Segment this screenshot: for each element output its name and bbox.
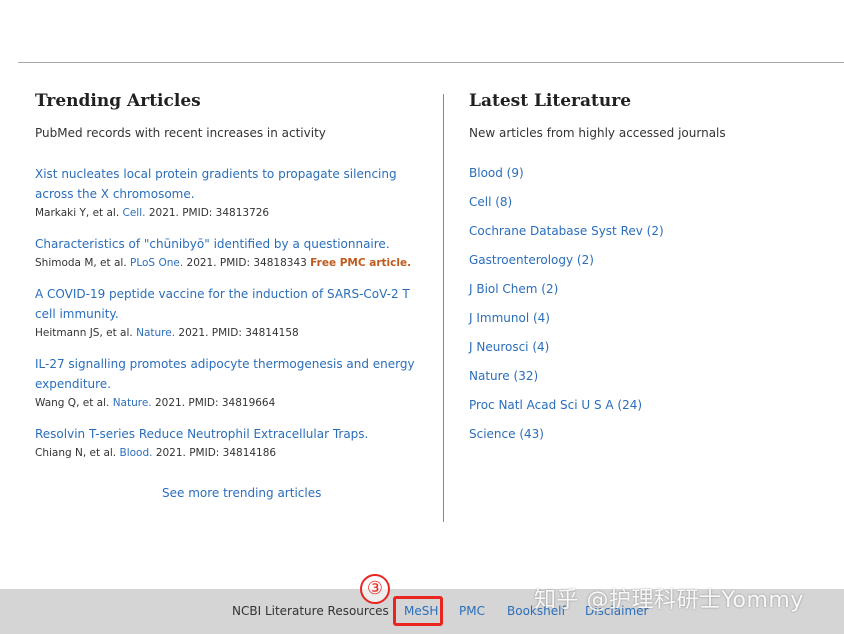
- article-authors: Heitmann JS, et al.: [35, 327, 133, 339]
- footer-label: NCBI Literature Resources: [232, 604, 389, 618]
- article-journal: Nature.: [112, 397, 152, 409]
- article-journal: Blood.: [119, 447, 153, 459]
- journal-link[interactable]: J Neurosci (4): [469, 340, 549, 354]
- article-journal: Nature.: [136, 327, 176, 339]
- article-journal: PLoS One.: [130, 257, 184, 269]
- latest-title: Latest Literature: [469, 91, 632, 111]
- see-more-trending-link[interactable]: See more trending articles: [162, 486, 321, 500]
- article-details: 2021. PMID: 34814186: [155, 447, 277, 459]
- journal-link[interactable]: Cell (8): [469, 195, 512, 209]
- footer-link-pmc[interactable]: PMC: [459, 604, 485, 618]
- article-authors: Chiang N, et al.: [35, 447, 117, 459]
- trending-article-title[interactable]: Xist nucleates local protein gradients t…: [35, 164, 415, 204]
- zhihu-watermark: 知乎 @护理科研士Yommy: [534, 588, 804, 613]
- article-authors: Wang Q, et al.: [35, 397, 110, 409]
- trending-article-title[interactable]: IL-27 signalling promotes adipocyte ther…: [35, 354, 415, 394]
- column-divider: [443, 94, 444, 522]
- trending-article-meta: Shimoda M, et al. PLoS One. 2021. PMID: …: [35, 257, 411, 269]
- journal-link[interactable]: Blood (9): [469, 166, 524, 180]
- trending-article-meta: Chiang N, et al. Blood. 2021. PMID: 3481…: [35, 447, 276, 459]
- trending-article-meta: Wang Q, et al. Nature. 2021. PMID: 34819…: [35, 397, 275, 409]
- article-details: 2021. PMID: 34819664: [155, 397, 276, 409]
- trending-title: Trending Articles: [35, 91, 201, 111]
- latest-subtitle: New articles from highly accessed journa…: [469, 126, 726, 140]
- trending-article-title[interactable]: Characteristics of "chūnibyō" identified…: [35, 234, 415, 254]
- journal-link[interactable]: J Immunol (4): [469, 311, 550, 325]
- journal-link[interactable]: J Biol Chem (2): [469, 282, 558, 296]
- trending-article-title[interactable]: Resolvin T-series Reduce Neutrophil Extr…: [35, 424, 415, 444]
- trending-article-meta: Markaki Y, et al. Cell. 2021. PMID: 3481…: [35, 207, 269, 219]
- article-journal: Cell.: [122, 207, 146, 219]
- top-divider: [18, 62, 844, 63]
- journal-link[interactable]: Science (43): [469, 427, 544, 441]
- mesh-highlight-box: [393, 596, 443, 626]
- journal-link[interactable]: Proc Natl Acad Sci U S A (24): [469, 398, 642, 412]
- article-authors: Markaki Y, et al.: [35, 207, 120, 219]
- article-details: 2021. PMID: 34818343: [186, 257, 307, 269]
- step-number-annotation: ③: [360, 574, 390, 604]
- article-authors: Shimoda M, et al.: [35, 257, 127, 269]
- article-details: 2021. PMID: 34814158: [178, 327, 299, 339]
- trending-article-title[interactable]: A COVID-19 peptide vaccine for the induc…: [35, 284, 415, 324]
- free-pmc-badge: Free PMC article.: [310, 257, 412, 269]
- trending-subtitle: PubMed records with recent increases in …: [35, 126, 326, 140]
- journal-link[interactable]: Cochrane Database Syst Rev (2): [469, 224, 664, 238]
- trending-article-meta: Heitmann JS, et al. Nature. 2021. PMID: …: [35, 327, 299, 339]
- article-details: 2021. PMID: 34813726: [148, 207, 270, 219]
- journal-link[interactable]: Nature (32): [469, 369, 538, 383]
- journal-link[interactable]: Gastroenterology (2): [469, 253, 594, 267]
